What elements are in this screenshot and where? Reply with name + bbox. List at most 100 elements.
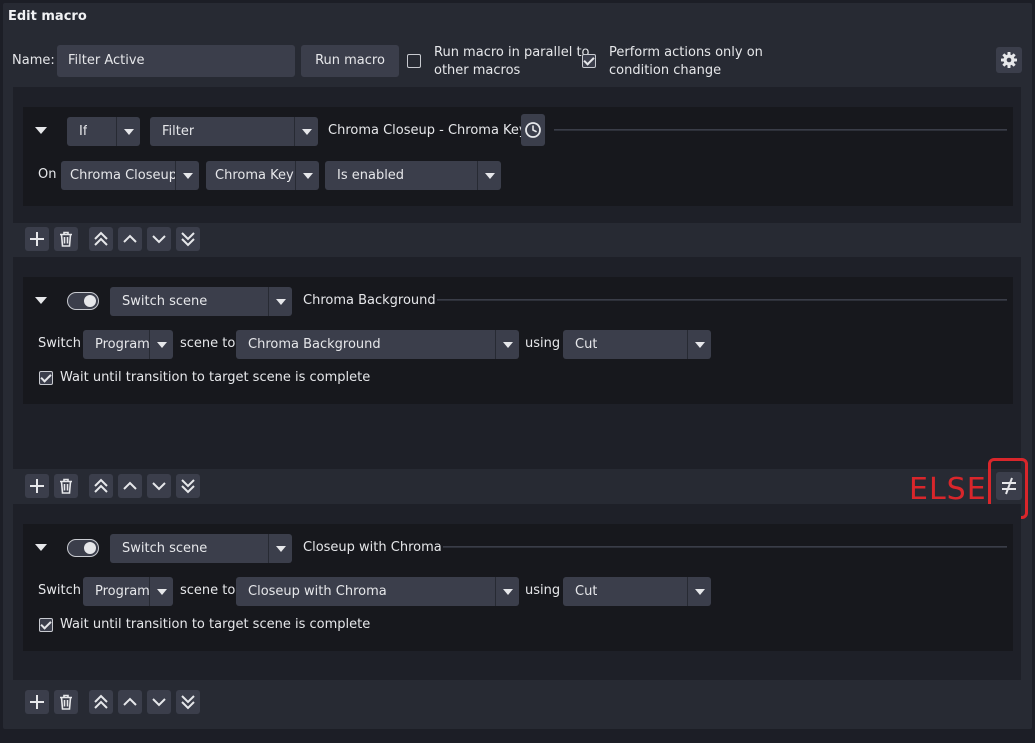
else-actions-toolbar [11,687,1021,717]
trash-icon [60,694,72,710]
chevron-down-icon [149,330,173,359]
move-action-up-button[interactable] [118,474,142,498]
macro-name-input[interactable]: Filter Active [57,45,295,77]
switch-label: Switch [38,336,81,351]
run-parallel-label: Run macro in parallel to other macros [434,44,590,80]
move-up-icon [123,481,137,490]
trash-icon [60,231,72,247]
else-wait-transition-label: Wait until transition to target scene is… [60,617,371,632]
else-action-enable-toggle[interactable] [67,539,99,557]
move-action-bottom-button[interactable] [176,474,200,498]
run-macro-button[interactable]: Run macro [301,45,399,77]
remove-action-button[interactable] [54,474,78,498]
move-else-action-up-button[interactable] [118,690,142,714]
action-summary: Chroma Background [303,293,436,308]
else-scene-to-label: scene to [180,583,236,598]
else-switch-target-value: Program [95,584,150,599]
condition-type-select[interactable]: Filter [150,117,318,146]
collapse-action-toggle[interactable] [35,297,47,304]
settings-button[interactable] [996,47,1022,73]
scene-value: Chroma Background [248,337,381,352]
remove-condition-button[interactable] [54,227,78,251]
move-action-top-button[interactable] [89,474,113,498]
else-scene-select[interactable]: Closeup with Chroma [236,577,519,606]
move-else-action-top-button[interactable] [89,690,113,714]
chevron-down-icon [495,577,519,606]
switch-target-value: Program [95,337,150,352]
chevron-down-icon [295,161,319,190]
else-wait-transition-checkbox[interactable] [39,618,53,632]
condition-logic-select[interactable]: If [67,117,140,146]
filter-value: Chroma Key [215,168,294,183]
chevron-down-icon [268,287,292,316]
panel-title: Edit macro [8,9,87,24]
perform-on-change-label-line1: Perform actions only on [609,45,763,60]
chevron-down-icon [294,117,318,146]
else-switch-label: Switch [38,583,81,598]
header-divider [554,129,1007,131]
duration-button[interactable] [521,114,545,146]
action-type-value: Switch scene [122,294,208,309]
else-action-type-select[interactable]: Switch scene [110,534,292,563]
move-action-down-button[interactable] [147,474,171,498]
add-icon [30,479,44,493]
on-label: On [38,167,57,182]
wait-transition-checkbox[interactable] [39,371,53,385]
add-else-action-button[interactable] [25,690,49,714]
chevron-down-icon [687,330,711,359]
move-condition-down-button[interactable] [147,227,171,251]
else-using-label: using [525,583,561,598]
action-enable-toggle[interactable] [67,292,99,310]
collapse-else-action-toggle[interactable] [35,544,47,551]
run-parallel-label-line1: Run macro in parallel to [434,45,590,60]
remove-else-action-button[interactable] [54,690,78,714]
conditions-toolbar [11,224,1021,254]
add-icon [30,232,44,246]
else-action-type-value: Switch scene [122,541,208,556]
else-switch-target-select[interactable]: Program [83,577,173,606]
filter-select[interactable]: Chroma Key [206,161,319,190]
else-transition-value: Cut [575,584,598,599]
move-down-icon [152,235,166,244]
move-condition-bottom-button[interactable] [176,227,200,251]
action-type-select[interactable]: Switch scene [110,287,292,316]
move-else-action-down-button[interactable] [147,690,171,714]
perform-on-change-label: Perform actions only on condition change [609,44,763,80]
gear-icon [1001,52,1017,68]
move-condition-top-button[interactable] [89,227,113,251]
move-up-icon [123,234,137,243]
add-action-button[interactable] [25,474,49,498]
else-action-summary: Closeup with Chroma [303,540,442,555]
chevron-down-icon [116,117,140,146]
using-label: using [525,336,561,351]
move-else-action-bottom-button[interactable] [176,690,200,714]
chevron-down-icon [175,161,199,190]
transition-select[interactable]: Cut [563,330,711,359]
perform-on-change-checkbox[interactable] [582,54,596,68]
actions-toolbar [11,471,1021,501]
run-parallel-label-line2: other macros [434,63,521,78]
move-down-icon [152,482,166,491]
move-top-icon [94,478,108,493]
filter-state-select[interactable]: Is enabled [325,161,501,190]
add-condition-button[interactable] [25,227,49,251]
add-icon [30,695,44,709]
scene-select[interactable]: Chroma Background [236,330,519,359]
move-up-icon [123,697,137,706]
trash-icon [60,478,72,494]
switch-target-select[interactable]: Program [83,330,173,359]
collapse-condition-toggle[interactable] [35,127,47,134]
chevron-down-icon [687,577,711,606]
chevron-down-icon [477,161,501,190]
source-value: Chroma Closeup [70,168,176,183]
move-bottom-icon [181,695,195,710]
condition-logic-value: If [79,124,88,139]
header-divider [443,546,1007,548]
else-transition-select[interactable]: Cut [563,577,711,606]
else-annotation-label: ELSE [909,472,987,507]
else-scene-value: Closeup with Chroma [248,584,387,599]
run-parallel-checkbox[interactable] [407,54,421,68]
move-condition-up-button[interactable] [118,227,142,251]
source-select[interactable]: Chroma Closeup [61,161,199,190]
clock-icon [525,122,541,138]
